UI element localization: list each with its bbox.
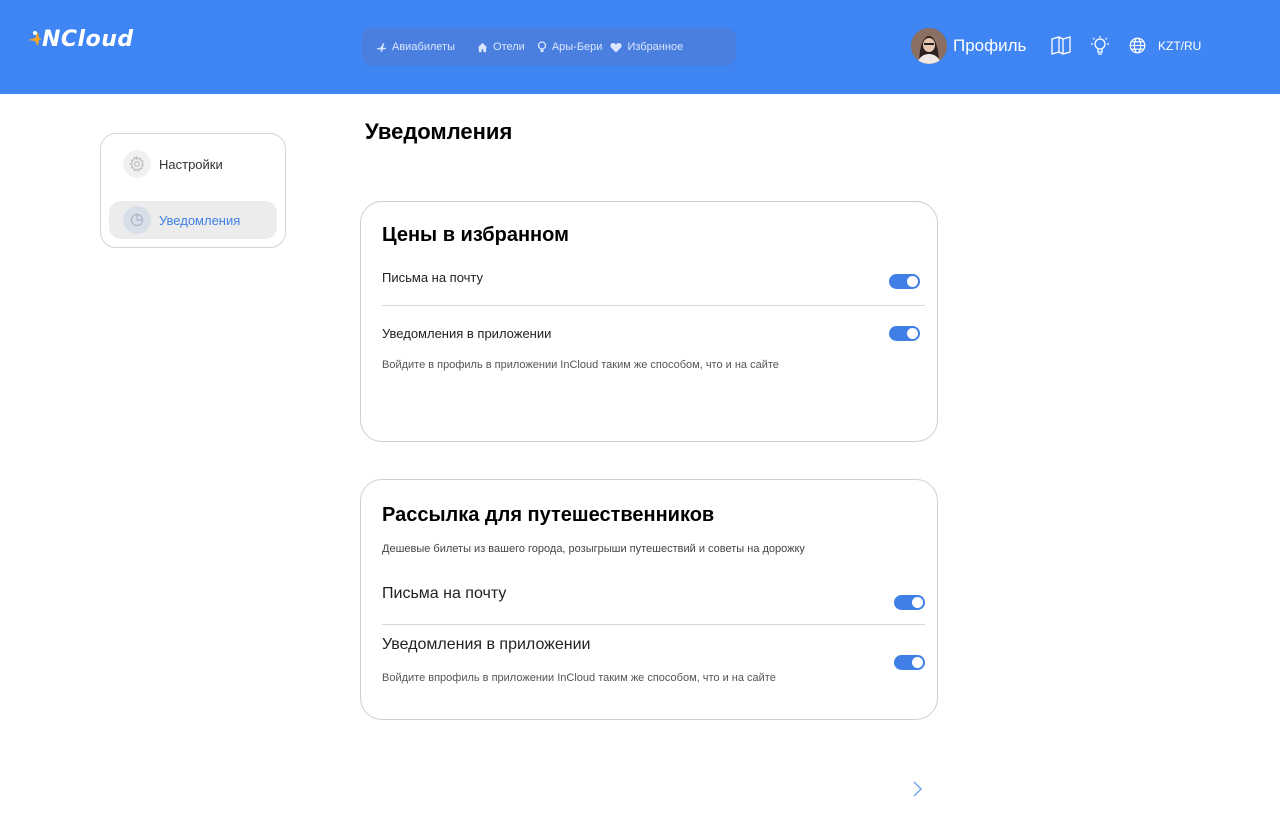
gear-icon [123,150,151,178]
divider [382,624,925,625]
logo[interactable]: NCloud [26,26,134,52]
globe-icon [1129,37,1146,54]
email-toggle[interactable] [894,595,925,610]
app-notifications-row-label: Уведомления в приложении [382,636,591,653]
sidebar-item-label: Уведомления [159,212,241,228]
plane-icon [376,42,387,52]
divider [382,305,925,306]
card-subtitle: Дешевые билеты из вашего города, розыгры… [382,543,805,555]
app-notifications-row-label: Уведомления в приложении [382,326,552,341]
card-title: Рассылка для путешественников [382,504,715,526]
nav-item-label: Избранное [627,41,684,53]
nav-item-hotels[interactable]: Отели [477,41,525,53]
main-nav: Авиабилеты Отели Ары-Бери Избранное [362,28,736,66]
house-icon [477,42,488,52]
profile-menu[interactable]: Профиль [911,28,1026,64]
email-toggle[interactable] [889,274,920,289]
nav-item-label: Ары-Бери [551,41,603,53]
bulb-icon [537,41,546,52]
nav-item-ary-beri[interactable]: Ары-Бери [537,41,603,53]
logo-mark-icon [26,28,42,50]
app-notifications-toggle[interactable] [889,326,920,341]
currency-language-selector[interactable]: KZT/RU [1129,37,1201,54]
nav-item-label: Отели [493,41,525,53]
sidebar-item-notifications[interactable]: Уведомления [109,201,277,239]
heart-icon [610,42,622,52]
page-title: Уведомления [365,119,513,144]
chevron-right-icon[interactable] [910,780,924,803]
app-notifications-toggle[interactable] [894,655,925,670]
email-row-label: Письма на почту [382,585,507,602]
app-login-hint: Войдите в профиль в приложении InCloud т… [382,359,779,371]
book-icon[interactable] [1050,36,1072,61]
currency-language-label: KZT/RU [1158,38,1202,53]
email-row-label: Письма на почту [382,270,484,285]
avatar [911,28,947,64]
nav-item-label: Авиабилеты [392,41,456,53]
sidebar-item-label: Настройки [159,156,223,172]
app-login-hint: Войдите впрофиль в приложении InCloud та… [382,672,776,684]
card-title: Цены в избранном [382,224,569,246]
pie-icon [123,206,151,234]
traveler-newsletter-card: Рассылка для путешественников Дешевые би… [360,479,938,720]
lightbulb-icon[interactable] [1091,36,1109,61]
settings-sidebar: Настройки Уведомления [100,133,286,248]
nav-item-flights[interactable]: Авиабилеты [376,41,455,53]
favorites-prices-card: Цены в избранном Письма на почту Уведомл… [360,201,938,442]
nav-item-favorites[interactable]: Избранное [610,41,683,53]
sidebar-item-settings[interactable]: Настройки [109,145,277,183]
profile-label: Профиль [953,36,1027,55]
top-header: NCloud Авиабилеты Отели Ары-Бери Избранн… [0,0,1280,94]
logo-text: NCloud [42,26,134,52]
